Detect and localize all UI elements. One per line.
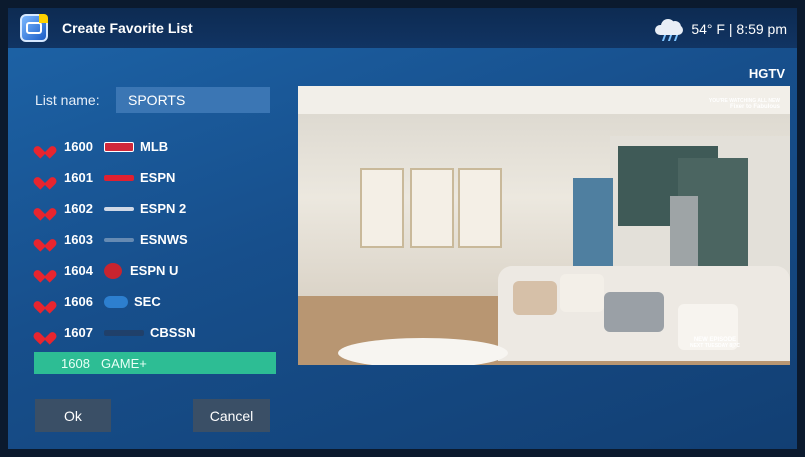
channel-row-1607[interactable]: 1607 CBSSN xyxy=(34,317,276,348)
heart-icon xyxy=(38,203,52,215)
video-preview: YOU'RE WATCHING ALL NEW Fixer to Fabulou… xyxy=(298,86,790,365)
heart-icon xyxy=(38,141,52,153)
coffee-table xyxy=(338,338,508,365)
sec-logo-icon xyxy=(104,295,128,308)
top-bar: Create Favorite List 54° F | 8:59 pm xyxy=(8,8,797,48)
channel-name: ESPN 2 xyxy=(140,201,187,216)
channel-number: 1604 xyxy=(64,263,93,278)
wall-art xyxy=(360,168,404,248)
list-name-input[interactable]: SPORTS xyxy=(116,87,270,113)
program-overlay: YOU'RE WATCHING ALL NEW Fixer to Fabulou… xyxy=(708,98,780,110)
page-title: Create Favorite List xyxy=(62,20,193,36)
channel-name: SEC xyxy=(134,294,161,309)
cloud-rain-icon xyxy=(651,18,687,41)
channel-number: 1601 xyxy=(64,170,93,185)
channel-row-1600[interactable]: 1600 MLB xyxy=(34,131,276,162)
channel-name: ESNWS xyxy=(140,232,188,247)
channel-row-1603[interactable]: 1603 ESNWS xyxy=(34,224,276,255)
channel-number: 1600 xyxy=(64,139,93,154)
channel-number: 1603 xyxy=(64,232,93,247)
list-name-label: List name: xyxy=(35,92,100,108)
channel-number: 1606 xyxy=(64,294,93,309)
espnu-logo-icon xyxy=(104,262,122,279)
channel-row-1608[interactable]: 1608 GAME+ xyxy=(34,352,276,374)
weather-status: 54° F | 8:59 pm xyxy=(651,18,787,41)
channel-row-1606[interactable]: 1606 SEC xyxy=(34,286,276,317)
separator: | xyxy=(724,21,737,37)
tv-screen: Create Favorite List 54° F | 8:59 pm HGT… xyxy=(8,8,797,449)
channel-number: 1608 xyxy=(61,355,90,371)
temperature: 54° F xyxy=(691,21,725,37)
channel-name: MLB xyxy=(140,139,169,154)
cbssn-logo-icon xyxy=(104,329,144,336)
channel-name: ESPN U xyxy=(130,263,179,278)
clock: 8:59 pm xyxy=(736,21,787,37)
cancel-button[interactable]: Cancel xyxy=(193,399,270,432)
app-logo-icon xyxy=(20,14,48,42)
espnews-logo-icon xyxy=(104,237,134,242)
channel-number: 1607 xyxy=(64,325,93,340)
heart-icon xyxy=(38,172,52,184)
heart-icon xyxy=(38,234,52,246)
channel-row-1602[interactable]: 1602 ESPN 2 xyxy=(34,193,276,224)
channel-list: 1600 MLB 1601 ESPN 1602 ESPN 2 1603 ESNW… xyxy=(34,131,276,374)
channel-name: GAME+ xyxy=(101,355,147,371)
heart-icon xyxy=(38,327,52,339)
wall-art xyxy=(410,168,454,248)
channel-row-1601[interactable]: 1601 ESPN xyxy=(34,162,276,193)
ok-button[interactable]: Ok xyxy=(35,399,111,432)
espn-logo-icon xyxy=(104,174,134,181)
channel-row-1604[interactable]: 1604 ESPN U xyxy=(34,255,276,286)
heart-icon xyxy=(38,296,52,308)
wall-art xyxy=(458,168,502,248)
mlb-hd-logo-icon xyxy=(104,141,134,152)
channel-name: CBSSN xyxy=(150,325,196,340)
channel-name: ESPN xyxy=(140,170,176,185)
next-episode-overlay: NEW EPISODE NEXT TUESDAY 8|7C xyxy=(689,337,740,349)
heart-icon xyxy=(38,265,52,277)
preview-channel-name: HGTV xyxy=(748,66,785,81)
channel-number: 1602 xyxy=(64,201,93,216)
espn2-logo-icon xyxy=(104,206,134,211)
